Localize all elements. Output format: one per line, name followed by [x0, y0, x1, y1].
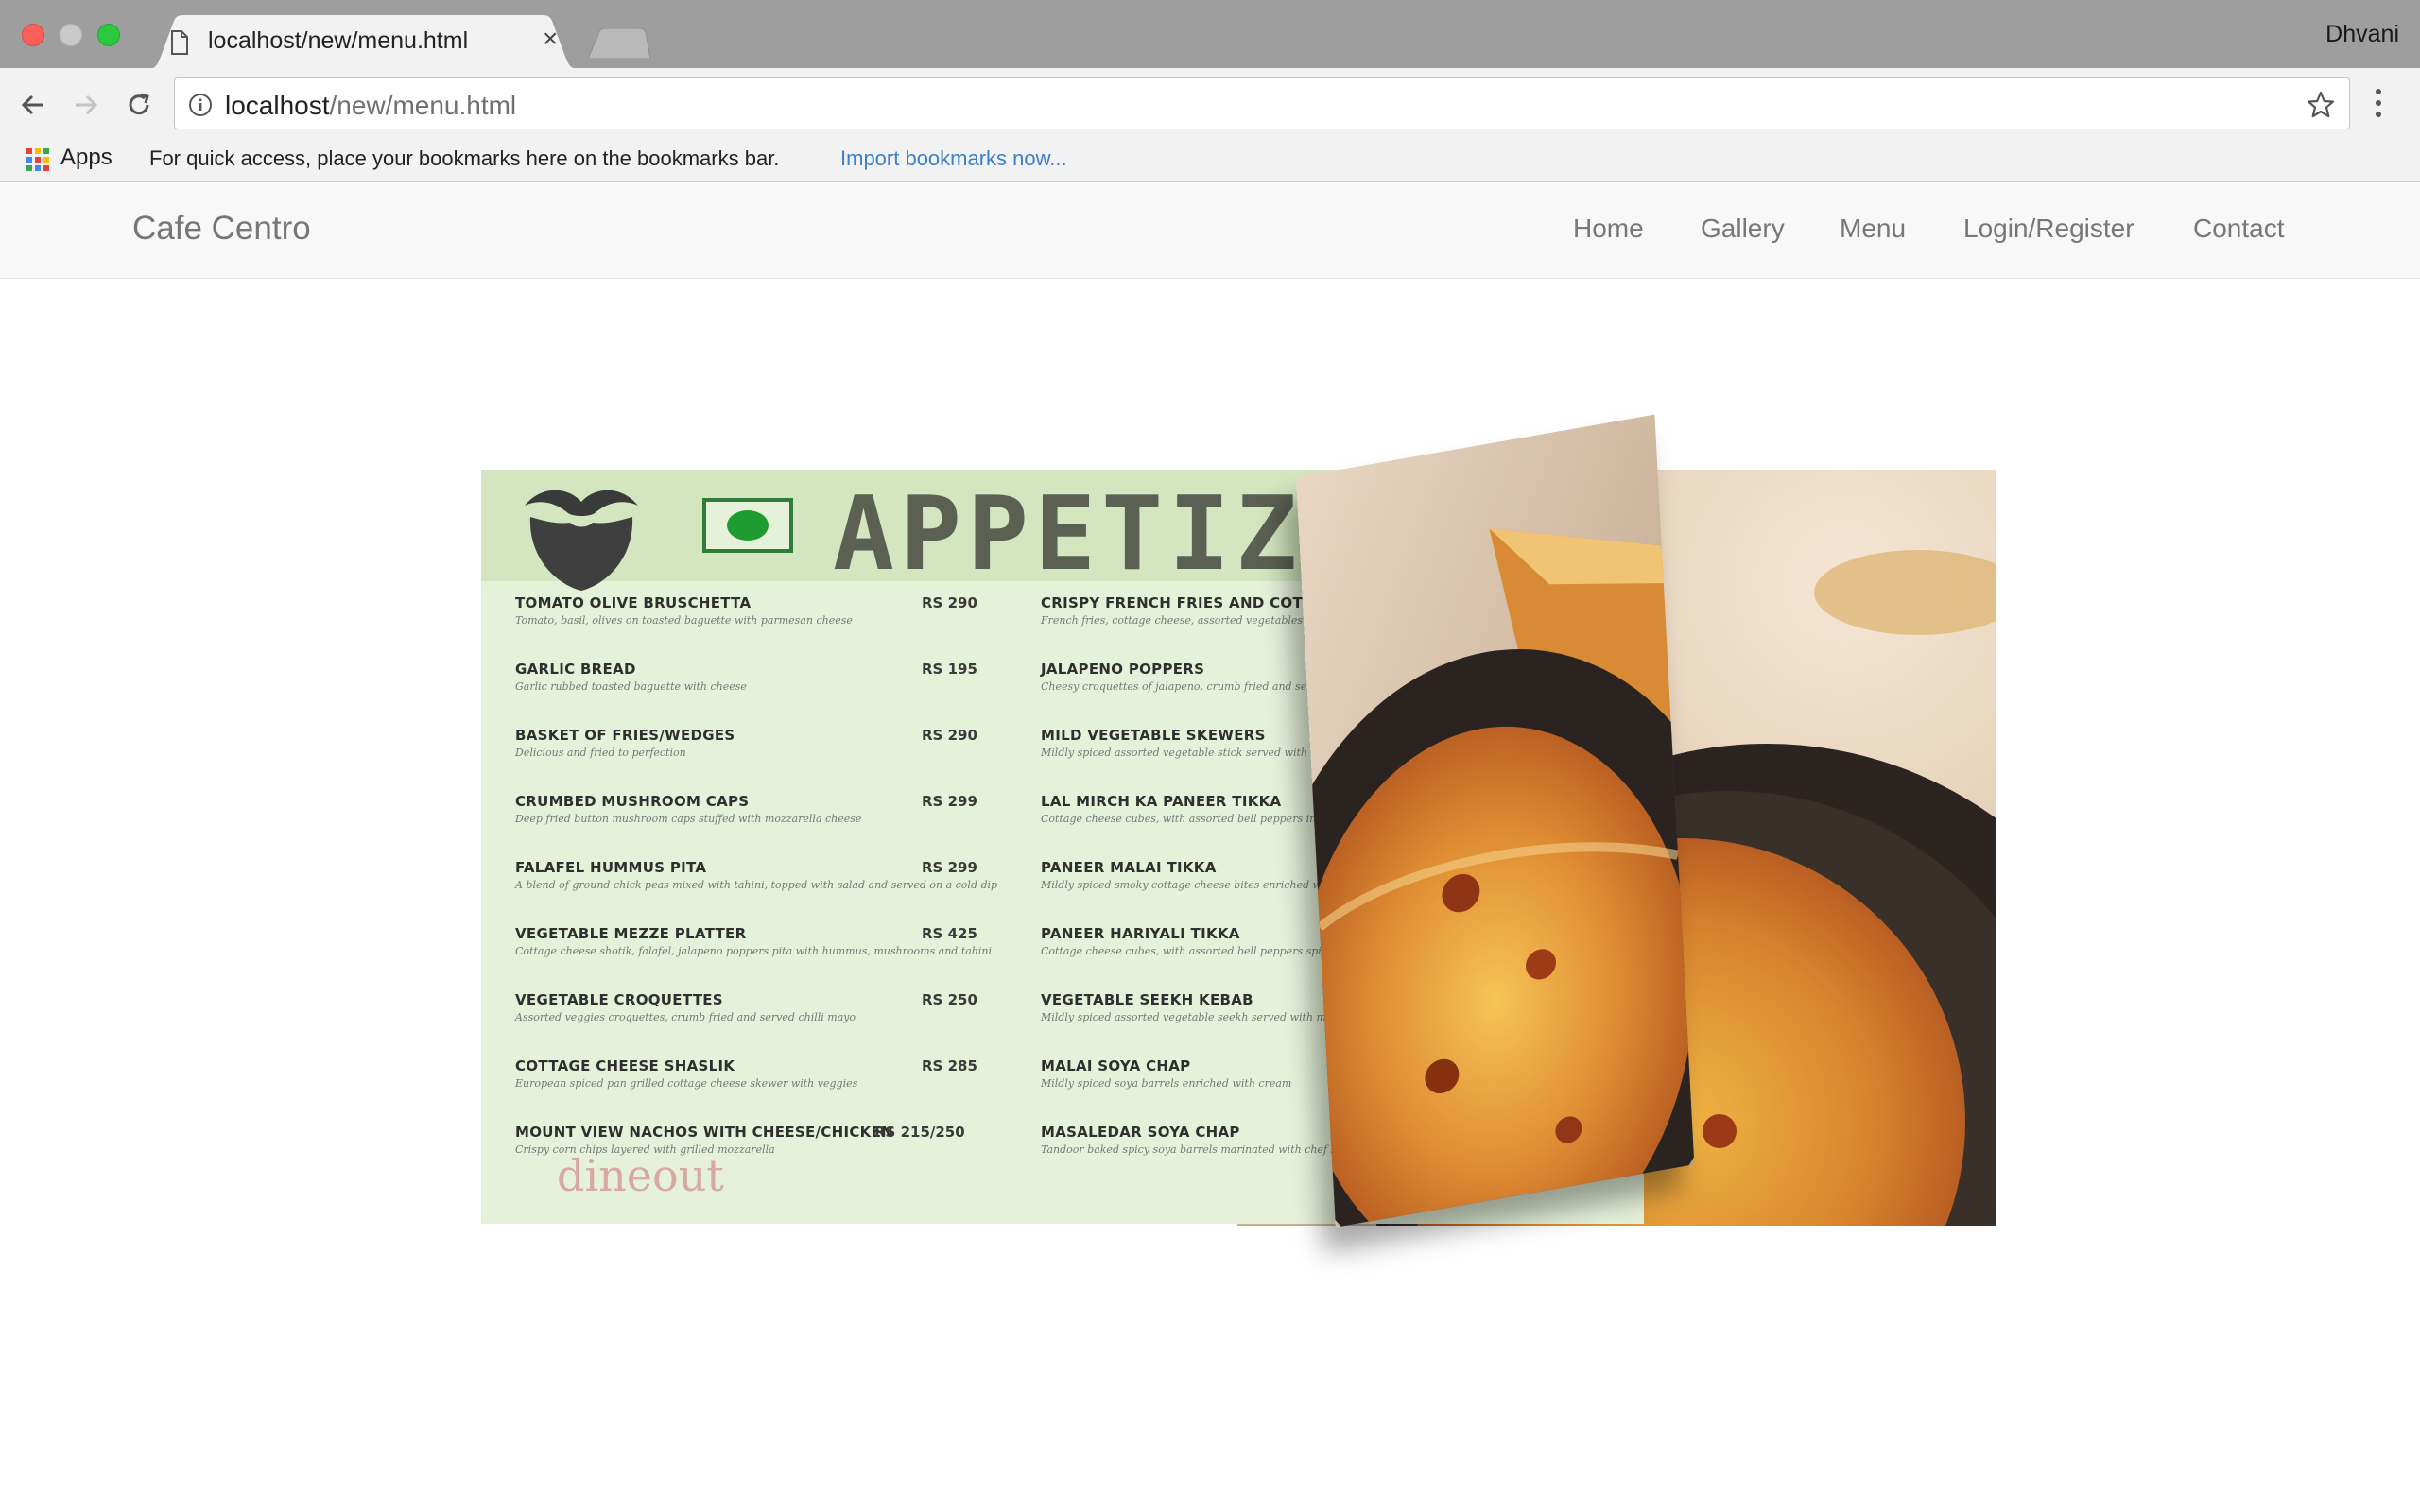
menu-item: TOMATO OLIVE BRUSCHETTA Tomato, basil, ol… — [515, 594, 977, 647]
menu-item: VEGETABLE MEZZE PLATTER Cottage cheese sh… — [515, 925, 993, 978]
bookmarks-bar: Apps For quick access, place your bookma… — [0, 141, 2420, 182]
menu-item-price: RS 250 — [922, 991, 977, 1008]
menu-item-price: RS 299 — [922, 793, 977, 810]
arrow-left-icon — [21, 94, 43, 115]
url-host: localhost — [225, 91, 330, 120]
menu-item-name: VEGETABLE CROQUETTES — [515, 991, 723, 1008]
url-text[interactable]: localhost/new/menu.html — [225, 91, 516, 121]
menu-item-description: Cottage cheese shotik, falafel, jalapeno… — [515, 945, 993, 957]
pizza-photo-flipping — [1296, 414, 1695, 1228]
menu-left-column: TOMATO OLIVE BRUSCHETTA Tomato, basil, ol… — [515, 594, 998, 1203]
dineout-watermark: dineout — [557, 1150, 724, 1201]
tab-title: localhost/new/menu.html — [208, 27, 469, 54]
site-navbar: Cafe Centro Home Gallery Menu Login/Regi… — [0, 183, 2420, 279]
menu-item-name: TOMATO OLIVE BRUSCHETTA — [515, 594, 752, 611]
reload-button[interactable] — [121, 87, 157, 123]
menu-item-price: RS 299 — [922, 859, 977, 876]
arrow-right-icon — [76, 94, 98, 115]
star-icon[interactable] — [2306, 90, 2336, 125]
menu-item: FALAFEL HUMMUS PITA A blend of ground chi… — [515, 859, 998, 912]
mustache-logo-icon — [515, 479, 648, 597]
nav-home[interactable]: Home — [1573, 214, 1644, 244]
menu-item-price: RS 290 — [922, 594, 977, 611]
profile-name[interactable]: Dhvani — [2325, 21, 2399, 48]
menu-item-price: RS 195 — [922, 661, 977, 678]
menu-item-description: A blend of ground chick peas mixed with … — [515, 879, 998, 891]
menu-item-description: European spiced pan grilled cottage chee… — [515, 1077, 858, 1090]
nav-contact[interactable]: Contact — [2193, 214, 2285, 244]
menu-item: COTTAGE CHEESE SHASLIK European spiced pa… — [515, 1057, 977, 1110]
new-tab-button[interactable] — [587, 27, 651, 63]
menu-item-name: FALAFEL HUMMUS PITA — [515, 859, 707, 876]
brand-logo[interactable]: Cafe Centro — [132, 210, 311, 248]
bookmarks-message: For quick access, place your bookmarks h… — [149, 146, 780, 170]
menu-item-name: VEGETABLE MEZZE PLATTER — [515, 925, 747, 942]
menu-item-description: Deep fried button mushroom caps stuffed … — [515, 813, 862, 825]
tab-close-icon[interactable]: × — [543, 26, 558, 52]
menu-item-price: RS 215/250 — [874, 1124, 965, 1141]
maximize-window-button[interactable] — [97, 24, 120, 46]
menu-item-price: RS 285 — [922, 1057, 977, 1074]
menu-item-name: GARLIC BREAD — [515, 661, 636, 678]
apps-link[interactable]: Apps — [60, 145, 112, 171]
nav-login-register[interactable]: Login/Register — [1963, 214, 2135, 244]
menu-item: VEGETABLE CROQUETTES Assorted veggies cro… — [515, 991, 977, 1044]
menu-item-name: BASKET OF FRIES/WEDGES — [515, 727, 735, 744]
menu-item-price: RS 425 — [922, 925, 977, 942]
nav-gallery[interactable]: Gallery — [1701, 214, 1785, 244]
menu-item-description: Delicious and fried to perfection — [515, 747, 686, 759]
menu-item-name: CRUMBED MUSHROOM CAPS — [515, 793, 750, 810]
apps-grid-icon[interactable] — [25, 146, 51, 178]
menu-item-name: COTTAGE CHEESE SHASLIK — [515, 1057, 735, 1074]
browser-toolbar: localhost/new/menu.html — [0, 68, 2420, 141]
url-path: /new/menu.html — [329, 91, 517, 120]
reload-icon — [129, 93, 149, 115]
browser-tab-active[interactable]: localhost/new/menu.html × — [142, 15, 584, 70]
close-window-button[interactable] — [22, 24, 44, 46]
menu-item: BASKET OF FRIES/WEDGES Delicious and frie… — [515, 727, 977, 780]
browser-titlebar: localhost/new/menu.html × Dhvani — [0, 0, 2420, 70]
kebab-menu-icon[interactable] — [2373, 87, 2384, 124]
nav-menu[interactable]: Menu — [1840, 214, 1906, 244]
menu-item: CRUMBED MUSHROOM CAPS Deep fried button m… — [515, 793, 977, 846]
import-bookmarks-link[interactable]: Import bookmarks now... — [840, 146, 1067, 171]
back-button[interactable] — [15, 87, 51, 123]
menu-item-description: Assorted veggies croquettes, crumb fried… — [515, 1011, 856, 1023]
veg-symbol-icon — [702, 498, 793, 553]
forward-button[interactable] — [68, 87, 104, 123]
menu-item-description: Tomato, basil, olives on toasted baguett… — [515, 614, 853, 627]
address-bar[interactable]: localhost/new/menu.html — [174, 77, 2350, 129]
menu-item-description: Garlic rubbed toasted baguette with chee… — [515, 680, 747, 693]
menu-item: GARLIC BREAD Garlic rubbed toasted baguet… — [515, 661, 977, 713]
menu-card-title: APPETIZ — [833, 475, 1304, 593]
info-icon[interactable] — [188, 93, 213, 122]
menu-item-price: RS 290 — [922, 727, 977, 744]
minimize-window-button[interactable] — [60, 24, 82, 46]
menu-slider[interactable]: APPETIZ TOMATO OLIVE BRUSCHETTA Tomato, b… — [481, 414, 1996, 1228]
